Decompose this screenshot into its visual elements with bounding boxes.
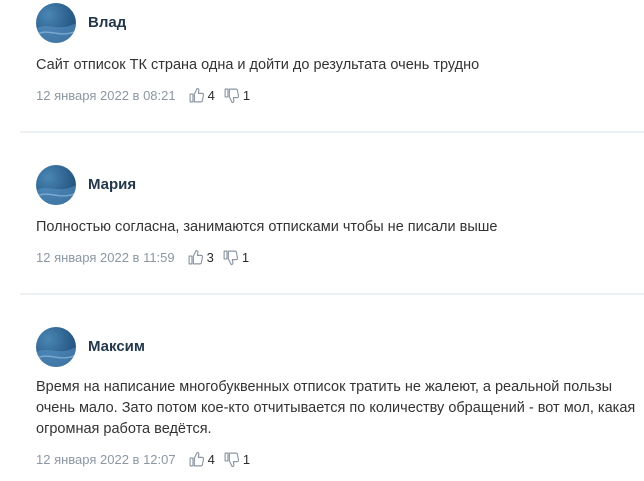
comment-divider [20,293,644,295]
thumbs-up-icon [189,87,204,102]
thumbs-down-icon [224,452,239,467]
dislike-button[interactable]: 1 [223,87,250,104]
comment-meta: 12 января 2022 в 11:59 3 1 [36,248,257,266]
thumbs-down-icon [224,88,239,103]
avatar[interactable] [36,3,76,43]
comment-date: 12 января 2022 в 11:59 [36,249,175,265]
comment-meta: 12 января 2022 в 08:21 4 1 [36,86,258,104]
avatar[interactable] [36,327,76,367]
comment-author[interactable]: Максим [88,338,145,355]
comment-meta: 12 января 2022 в 12:07 4 1 [36,450,258,468]
like-count: 3 [206,249,214,265]
comment-divider [20,131,644,133]
dislike-button[interactable]: 1 [222,249,249,266]
like-button[interactable]: 4 [188,451,215,468]
comment-author[interactable]: Влад [88,14,126,31]
like-count: 4 [207,451,215,467]
like-button[interactable]: 3 [187,249,214,266]
comment-text: Сайт отписок ТК страна одна и дойти до р… [36,57,480,73]
dislike-count: 1 [242,87,251,103]
comment-date: 12 января 2022 в 12:07 [36,451,176,467]
like-button[interactable]: 4 [188,87,215,104]
avatar[interactable] [36,165,76,205]
comment-text: Полностью согласна, занимаются отписками… [36,219,498,235]
thumbs-up-icon [188,249,203,264]
dislike-count: 1 [241,249,250,265]
dislike-count: 1 [242,451,251,467]
like-count: 4 [207,87,215,103]
thumbs-down-icon [223,250,238,265]
comment-text: Время на написание многобуквенных отписо… [36,379,636,437]
comment-date: 12 января 2022 в 08:21 [36,87,176,103]
thumbs-up-icon [189,451,204,466]
dislike-button[interactable]: 1 [223,451,250,468]
comment-author[interactable]: Мария [88,176,136,193]
